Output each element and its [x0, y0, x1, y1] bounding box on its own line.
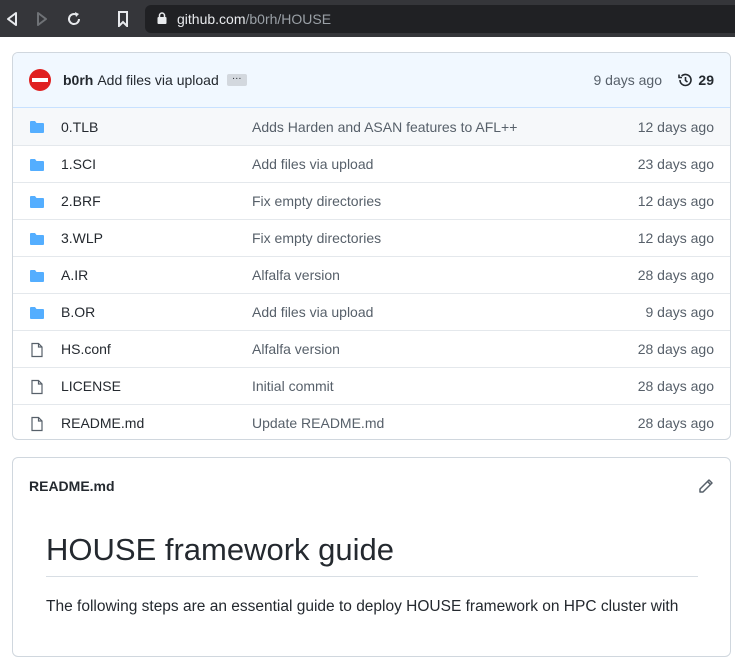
file-icon — [29, 342, 45, 361]
readme-title: HOUSE framework guide — [46, 532, 698, 577]
file-name[interactable]: 2.BRF — [61, 193, 101, 209]
address-bar[interactable]: github.com/b0rh/HOUSE — [145, 5, 735, 33]
file-row[interactable]: 3.WLP Fix empty directories 12 days ago — [13, 219, 730, 256]
file-name[interactable]: LICENSE — [61, 378, 121, 394]
file-row[interactable]: 0.TLB Adds Harden and ASAN features to AF… — [13, 108, 730, 145]
file-name[interactable]: README.md — [61, 415, 144, 431]
commit-message-link[interactable]: Alfalfa version — [252, 267, 340, 283]
readme-filename: README.md — [29, 478, 115, 494]
folder-icon — [29, 157, 45, 176]
commit-message-link[interactable]: Add files via upload — [252, 156, 373, 172]
commit-age: 9 days ago — [645, 304, 715, 320]
folder-icon — [29, 268, 45, 287]
file-row[interactable]: 2.BRF Fix empty directories 12 days ago — [13, 182, 730, 219]
bookmark-icon[interactable] — [113, 9, 133, 29]
readme-panel: README.md HOUSE framework guide The foll… — [12, 457, 731, 657]
file-name[interactable]: A.IR — [61, 267, 88, 283]
lock-icon — [157, 11, 167, 27]
file-row[interactable]: 1.SCI Add files via upload 23 days ago — [13, 145, 730, 182]
commit-count: 29 — [698, 72, 714, 88]
file-name[interactable]: 3.WLP — [61, 230, 103, 246]
commit-age: 28 days ago — [637, 415, 714, 431]
folder-icon — [29, 231, 45, 250]
file-name[interactable]: 0.TLB — [61, 119, 98, 135]
folder-icon — [29, 119, 45, 138]
reload-icon[interactable] — [64, 9, 84, 29]
commit-message-link[interactable]: Initial commit — [252, 378, 334, 394]
browser-toolbar: github.com/b0rh/HOUSE — [0, 0, 735, 37]
latest-commit: b0rh Add files via upload … 9 days ago 2… — [13, 53, 730, 108]
file-list: b0rh Add files via upload … 9 days ago 2… — [12, 52, 731, 440]
folder-icon — [29, 305, 45, 324]
forward-icon[interactable] — [32, 9, 52, 29]
commit-age: 12 days ago — [637, 193, 714, 209]
file-name[interactable]: 1.SCI — [61, 156, 96, 172]
commit-message[interactable]: Add files via upload — [97, 72, 218, 88]
commit-age: 28 days ago — [637, 267, 714, 283]
file-row[interactable]: A.IR Alfalfa version 28 days ago — [13, 256, 730, 293]
commit-age: 23 days ago — [637, 156, 714, 172]
edit-pencil-icon[interactable] — [698, 478, 714, 497]
file-icon — [29, 416, 45, 435]
url-path: /b0rh/HOUSE — [245, 11, 332, 27]
commit-message-link[interactable]: Alfalfa version — [252, 341, 340, 357]
file-name[interactable]: B.OR — [61, 304, 95, 320]
commit-message-link[interactable]: Adds Harden and ASAN features to AFL++ — [252, 119, 517, 135]
avatar[interactable] — [29, 69, 51, 91]
folder-icon — [29, 194, 45, 213]
commit-message-link[interactable]: Add files via upload — [252, 304, 373, 320]
commit-message-link[interactable]: Fix empty directories — [252, 193, 381, 209]
commit-age: 12 days ago — [637, 118, 714, 135]
file-icon — [29, 379, 45, 398]
commit-message-link[interactable]: Update README.md — [252, 415, 384, 431]
readme-intro: The following steps are an essential gui… — [46, 598, 679, 615]
commit-time[interactable]: 9 days ago — [594, 72, 663, 88]
url-host: github.com — [177, 11, 246, 27]
file-row[interactable]: README.md Update README.md 28 days ago — [13, 404, 730, 439]
file-row[interactable]: B.OR Add files via upload 9 days ago — [13, 293, 730, 330]
history-link[interactable]: 29 — [677, 72, 714, 88]
expand-commit-button[interactable]: … — [226, 72, 247, 86]
commit-message-link[interactable]: Fix empty directories — [252, 230, 381, 246]
file-row[interactable]: HS.conf Alfalfa version 28 days ago — [13, 330, 730, 367]
file-row[interactable]: LICENSE Initial commit 28 days ago — [13, 367, 730, 404]
commit-author[interactable]: b0rh — [63, 72, 93, 88]
back-icon[interactable] — [2, 9, 22, 29]
commit-age: 12 days ago — [637, 230, 714, 246]
commit-age: 28 days ago — [637, 378, 714, 394]
history-icon — [678, 73, 693, 87]
file-name[interactable]: HS.conf — [61, 341, 111, 357]
commit-age: 28 days ago — [637, 341, 714, 357]
